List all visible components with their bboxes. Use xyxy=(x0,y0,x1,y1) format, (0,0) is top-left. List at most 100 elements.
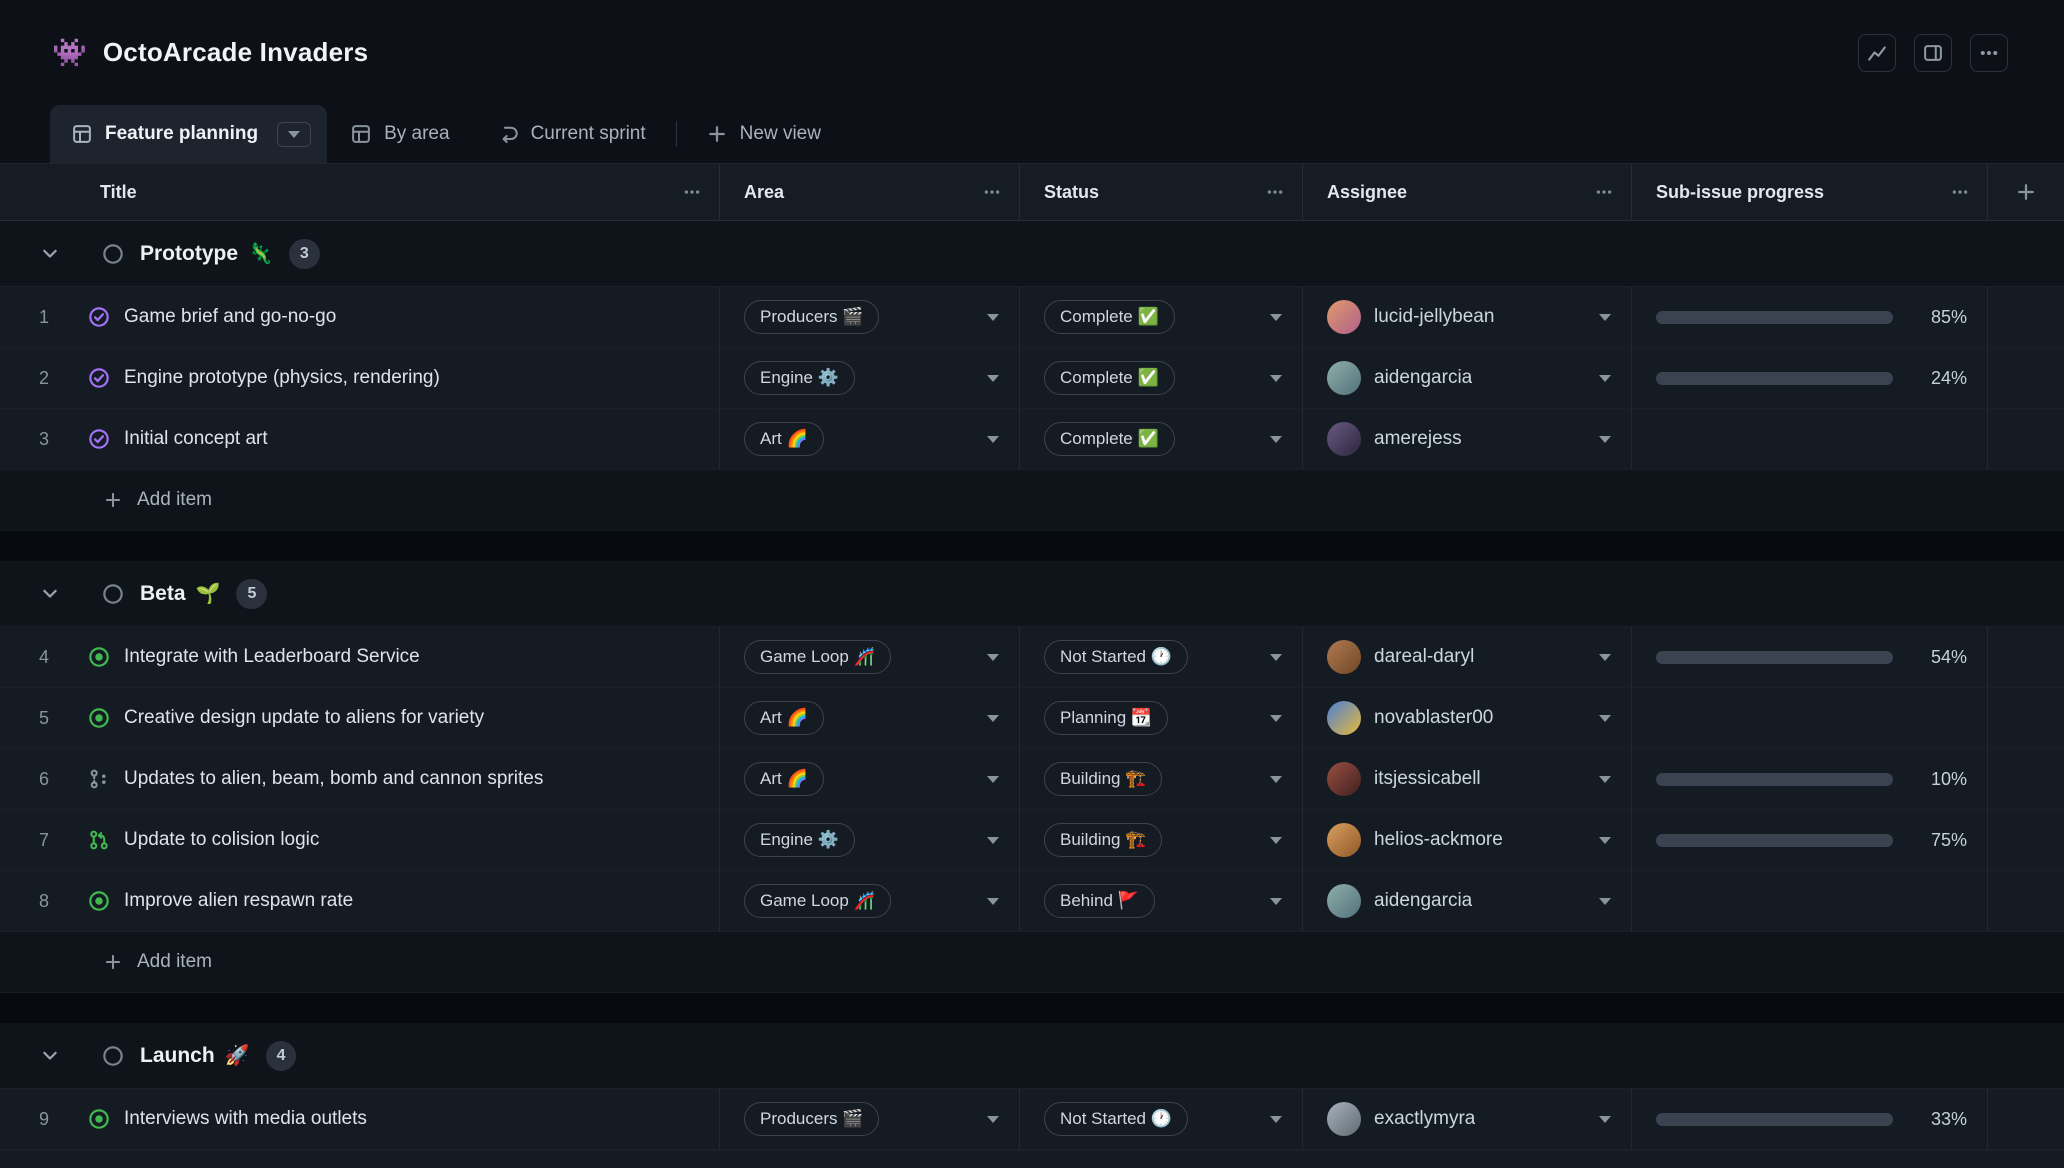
area-pill[interactable]: Art 🌈 xyxy=(744,701,824,735)
dropdown-caret-icon[interactable] xyxy=(1270,898,1282,905)
area-pill[interactable]: Producers 🎬 xyxy=(744,1102,879,1136)
status-cell[interactable]: Building 🏗️ xyxy=(1020,810,1303,870)
more-options-button[interactable] xyxy=(1970,34,2008,72)
status-cell[interactable]: Complete ✅ xyxy=(1020,287,1303,347)
status-pill[interactable]: Not Started 🕐 xyxy=(1044,640,1188,674)
area-pill[interactable]: Art 🌈 xyxy=(744,762,824,796)
status-pill[interactable]: Building 🏗️ xyxy=(1044,762,1162,796)
issue-title[interactable]: Integrate with Leaderboard Service xyxy=(124,646,420,668)
assignee-cell[interactable]: aidengarcia xyxy=(1303,871,1632,931)
dropdown-caret-icon[interactable] xyxy=(987,837,999,844)
dropdown-caret-icon[interactable] xyxy=(987,654,999,661)
dropdown-caret-icon[interactable] xyxy=(1270,715,1282,722)
area-cell[interactable]: Art 🌈 xyxy=(720,688,1020,748)
tab-current-sprint[interactable]: Current sprint xyxy=(474,105,670,163)
dropdown-caret-icon[interactable] xyxy=(1270,837,1282,844)
add-item-button[interactable]: Add item xyxy=(0,932,2064,993)
dropdown-caret-icon[interactable] xyxy=(1270,375,1282,382)
column-menu-button[interactable] xyxy=(683,183,701,201)
dropdown-caret-icon[interactable] xyxy=(1599,715,1611,722)
dropdown-caret-icon[interactable] xyxy=(1270,1116,1282,1123)
status-pill[interactable]: Complete ✅ xyxy=(1044,361,1175,395)
tab-feature-planning[interactable]: Feature planning xyxy=(50,105,327,163)
dropdown-caret-icon[interactable] xyxy=(1599,654,1611,661)
collapse-group-button[interactable] xyxy=(40,584,60,604)
assignee-cell[interactable]: amerejess xyxy=(1303,409,1632,469)
dropdown-caret-icon[interactable] xyxy=(1599,375,1611,382)
tab-by-area[interactable]: By area xyxy=(327,105,473,163)
area-cell[interactable]: Producers 🎬 xyxy=(720,1089,1020,1149)
assignee-cell[interactable]: novablaster00 xyxy=(1303,688,1632,748)
dropdown-caret-icon[interactable] xyxy=(1270,314,1282,321)
dropdown-caret-icon[interactable] xyxy=(987,436,999,443)
column-menu-button[interactable] xyxy=(983,183,1001,201)
add-item-button[interactable]: Add item xyxy=(0,470,2064,531)
dropdown-caret-icon[interactable] xyxy=(987,898,999,905)
status-cell[interactable]: Behind 🚩 xyxy=(1020,871,1303,931)
status-cell[interactable]: Not Started 🕐 xyxy=(1020,627,1303,687)
area-pill[interactable]: Engine ⚙️ xyxy=(744,823,855,857)
issue-title[interactable]: Engine prototype (physics, rendering) xyxy=(124,367,440,389)
insights-button[interactable] xyxy=(1858,34,1896,72)
issue-title[interactable]: Game brief and go-no-go xyxy=(124,306,336,328)
issue-title[interactable]: Updates to alien, beam, bomb and cannon … xyxy=(124,768,543,790)
assignee-cell[interactable]: exactlymyra xyxy=(1303,1089,1632,1149)
area-pill[interactable]: Art 🌈 xyxy=(744,422,824,456)
issue-title[interactable]: Creative design update to aliens for var… xyxy=(124,707,484,729)
status-pill[interactable]: Building 🏗️ xyxy=(1044,823,1162,857)
assignee-cell[interactable]: lucid-jellybean xyxy=(1303,287,1632,347)
add-column-button[interactable] xyxy=(1988,164,2064,220)
dropdown-caret-icon[interactable] xyxy=(1599,436,1611,443)
dropdown-caret-icon[interactable] xyxy=(1270,436,1282,443)
status-cell[interactable]: Planning 📆 xyxy=(1020,688,1303,748)
status-pill[interactable]: Not Started 🕐 xyxy=(1044,1102,1188,1136)
area-cell[interactable]: Engine ⚙️ xyxy=(720,810,1020,870)
dropdown-caret-icon[interactable] xyxy=(1270,654,1282,661)
side-panel-button[interactable] xyxy=(1914,34,1952,72)
status-cell[interactable]: Building 🏗️ xyxy=(1020,749,1303,809)
new-view-button[interactable]: New view xyxy=(683,105,845,163)
view-options-button[interactable] xyxy=(277,122,311,147)
area-pill[interactable]: Engine ⚙️ xyxy=(744,361,855,395)
status-cell[interactable]: Complete ✅ xyxy=(1020,409,1303,469)
status-cell[interactable]: Not Started 🕐 xyxy=(1020,1089,1303,1149)
dropdown-caret-icon[interactable] xyxy=(1599,776,1611,783)
assignee-cell[interactable]: itsjessicabell xyxy=(1303,749,1632,809)
dropdown-caret-icon[interactable] xyxy=(987,375,999,382)
issue-title[interactable]: Initial concept art xyxy=(124,428,268,450)
area-pill[interactable]: Game Loop 🎢 xyxy=(744,884,891,918)
column-menu-button[interactable] xyxy=(1595,183,1613,201)
assignee-cell[interactable]: helios-ackmore xyxy=(1303,810,1632,870)
column-menu-button[interactable] xyxy=(1951,183,1969,201)
status-pill[interactable]: Complete ✅ xyxy=(1044,300,1175,334)
area-pill[interactable]: Producers 🎬 xyxy=(744,300,879,334)
dropdown-caret-icon[interactable] xyxy=(987,1116,999,1123)
dropdown-caret-icon[interactable] xyxy=(1599,1116,1611,1123)
area-cell[interactable]: Producers 🎬 xyxy=(720,287,1020,347)
assignee-cell[interactable]: dareal-daryl xyxy=(1303,627,1632,687)
status-pill[interactable]: Behind 🚩 xyxy=(1044,884,1155,918)
collapse-group-button[interactable] xyxy=(40,1046,60,1066)
issue-title[interactable]: Interviews with media outlets xyxy=(124,1108,367,1130)
area-cell[interactable]: Game Loop 🎢 xyxy=(720,627,1020,687)
column-menu-button[interactable] xyxy=(1266,183,1284,201)
area-cell[interactable]: Art 🌈 xyxy=(720,409,1020,469)
collapse-group-button[interactable] xyxy=(40,244,60,264)
dropdown-caret-icon[interactable] xyxy=(1599,314,1611,321)
issue-title[interactable]: Update to colision logic xyxy=(124,829,319,851)
area-cell[interactable]: Art 🌈 xyxy=(720,749,1020,809)
dropdown-caret-icon[interactable] xyxy=(987,715,999,722)
assignee-cell[interactable]: aidengarcia xyxy=(1303,348,1632,408)
dropdown-caret-icon[interactable] xyxy=(987,314,999,321)
area-cell[interactable]: Game Loop 🎢 xyxy=(720,871,1020,931)
dropdown-caret-icon[interactable] xyxy=(987,776,999,783)
area-pill[interactable]: Game Loop 🎢 xyxy=(744,640,891,674)
status-pill[interactable]: Planning 📆 xyxy=(1044,701,1168,735)
dropdown-caret-icon[interactable] xyxy=(1599,898,1611,905)
issue-title[interactable]: Improve alien respawn rate xyxy=(124,890,353,912)
status-pill[interactable]: Complete ✅ xyxy=(1044,422,1175,456)
status-cell[interactable]: Complete ✅ xyxy=(1020,348,1303,408)
dropdown-caret-icon[interactable] xyxy=(1270,776,1282,783)
dropdown-caret-icon[interactable] xyxy=(1599,837,1611,844)
area-cell[interactable]: Engine ⚙️ xyxy=(720,348,1020,408)
